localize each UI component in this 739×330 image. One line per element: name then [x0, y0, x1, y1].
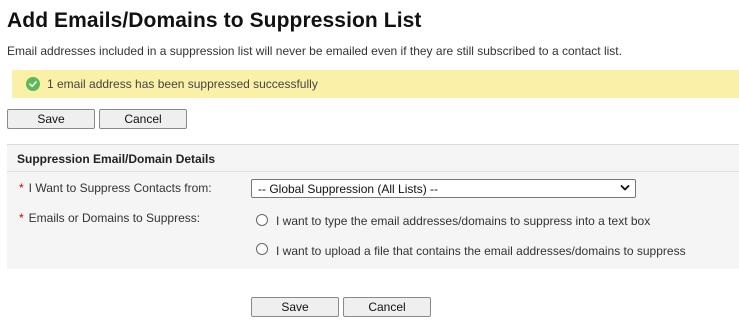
radio-upload-file[interactable] [256, 243, 268, 255]
chevron-down-icon [619, 182, 631, 197]
page-title: Add Emails/Domains to Suppression List [7, 9, 422, 32]
page-description: Email addresses included in a suppressio… [7, 44, 622, 58]
required-mark: * [19, 211, 24, 225]
radio-upload-file-label[interactable]: I want to upload a file that contains th… [276, 244, 686, 258]
save-button-top[interactable]: Save [7, 109, 95, 129]
success-message: 1 email address has been suppressed succ… [47, 77, 318, 91]
radio-type-text-box[interactable] [256, 214, 268, 226]
suppression-list-selected-value: -- Global Suppression (All Lists) -- [258, 181, 439, 196]
success-notice: 1 email address has been suppressed succ… [12, 70, 739, 98]
suppress-from-label: * I Want to Suppress Contacts from: [19, 181, 212, 195]
suppress-from-label-text: I Want to Suppress Contacts from: [28, 181, 212, 195]
panel-heading: Suppression Email/Domain Details [17, 152, 216, 166]
suppression-details-panel: Suppression Email/Domain Details * I Want… [7, 144, 739, 269]
suppression-list-select[interactable]: -- Global Suppression (All Lists) -- [251, 179, 636, 198]
save-button-bottom[interactable]: Save [251, 297, 339, 317]
radio-type-text-box-label[interactable]: I want to type the email addresses/domai… [276, 214, 650, 228]
emails-domains-label: * Emails or Domains to Suppress: [19, 211, 200, 225]
cancel-button-top[interactable]: Cancel [99, 109, 187, 129]
required-mark: * [19, 181, 24, 195]
emails-domains-label-text: Emails or Domains to Suppress: [28, 211, 201, 225]
panel-divider [7, 171, 739, 172]
cancel-button-bottom[interactable]: Cancel [343, 297, 431, 317]
check-circle-icon [26, 77, 40, 91]
